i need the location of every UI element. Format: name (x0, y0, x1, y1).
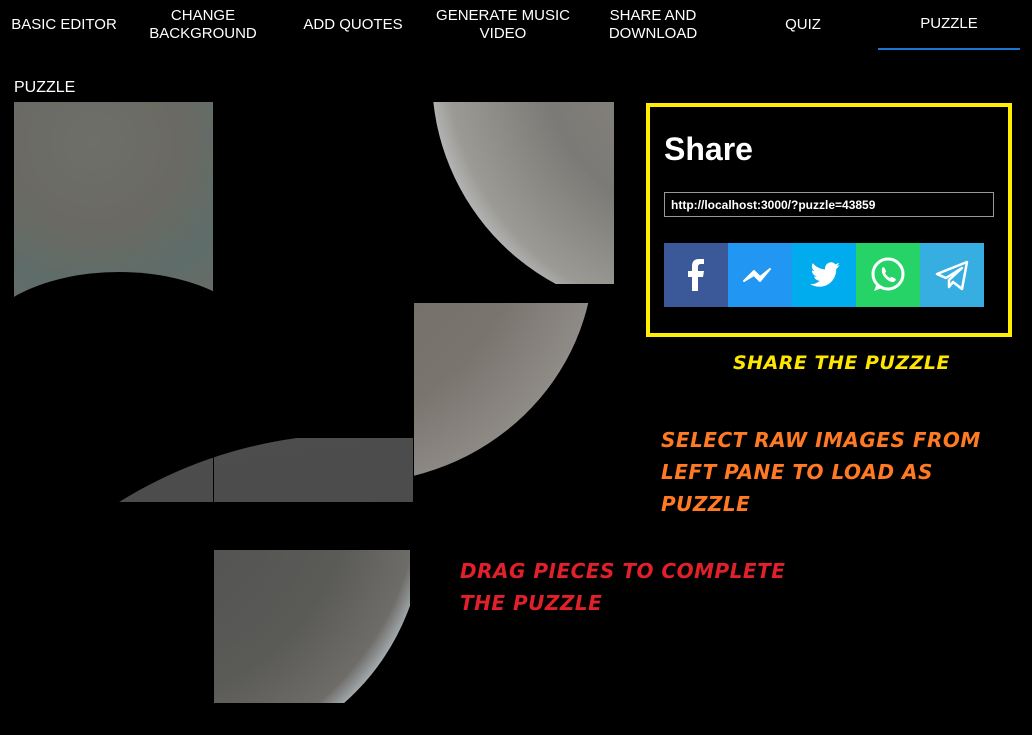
puzzle-piece[interactable] (414, 303, 596, 485)
tab-basic-editor[interactable]: BASIC EDITOR (0, 0, 128, 50)
hint-share-puzzle: SHARE THE PUZZLE (733, 352, 950, 374)
puzzle-piece[interactable] (432, 102, 614, 284)
tab-share-and-download[interactable]: SHARE AND DOWNLOAD (578, 0, 728, 50)
share-title: Share (664, 131, 753, 167)
top-tab-bar: BASIC EDITOR CHANGE BACKGROUND ADD QUOTE… (0, 0, 1032, 52)
twitter-share-button[interactable] (792, 243, 856, 307)
share-panel: Share (646, 103, 1012, 337)
whatsapp-share-button[interactable] (856, 243, 920, 307)
tab-quiz[interactable]: QUIZ (728, 0, 878, 50)
messenger-share-button[interactable] (728, 243, 792, 307)
telegram-share-button[interactable] (920, 243, 984, 307)
telegram-icon (935, 260, 969, 291)
puzzle-piece[interactable] (214, 550, 410, 703)
tab-change-background[interactable]: CHANGE BACKGROUND (128, 0, 278, 50)
tab-puzzle[interactable]: PUZZLE (878, 0, 1020, 50)
hint-drag-pieces: DRAG PIECES TO COMPLETE THE PUZZLE (460, 559, 786, 615)
share-url-field[interactable] (664, 192, 994, 217)
hint-select-raw-images: SELECT RAW IMAGES FROM LEFT PANE TO LOAD… (661, 428, 981, 516)
section-title: PUZZLE (14, 79, 76, 96)
share-button-row (664, 243, 984, 307)
messenger-icon (743, 268, 771, 282)
facebook-icon (688, 259, 704, 291)
tab-add-quotes[interactable]: ADD QUOTES (278, 0, 428, 50)
tab-generate-music-video[interactable]: GENERATE MUSIC VIDEO (428, 0, 578, 50)
whatsapp-icon (871, 257, 905, 291)
puzzle-piece[interactable] (14, 102, 213, 301)
twitter-icon (810, 262, 840, 287)
puzzle-piece[interactable] (27, 438, 413, 502)
facebook-share-button[interactable] (664, 243, 728, 307)
